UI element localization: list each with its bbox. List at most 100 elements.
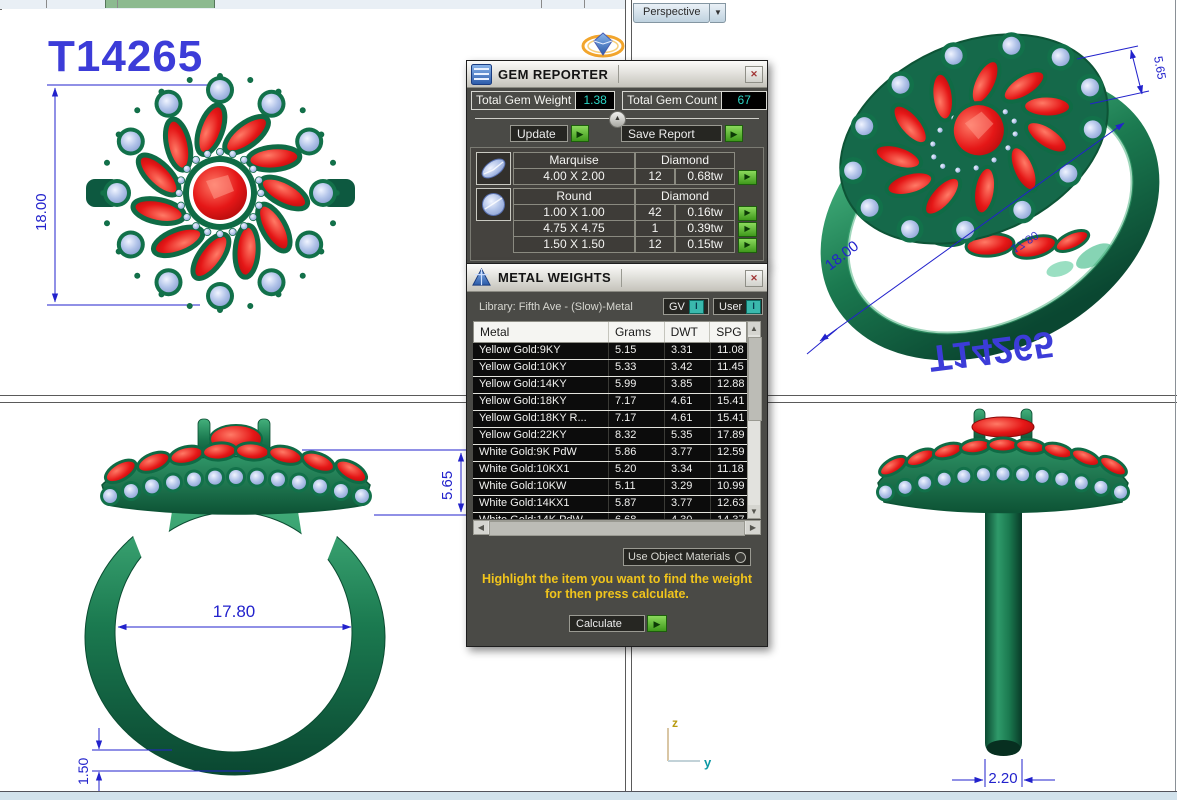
gem-reporter-header[interactable]: GEM REPORTER ✕ bbox=[467, 61, 767, 88]
metal-table-row[interactable]: White Gold:14KX15.873.7712.63 bbox=[473, 496, 747, 513]
gem-shape bbox=[183, 213, 190, 220]
gem-shape bbox=[103, 489, 117, 503]
gem-size-cell[interactable]: 4.75 X 4.75 bbox=[513, 221, 635, 237]
save-report-button[interactable]: Save Report bbox=[621, 125, 722, 142]
scroll-up-icon[interactable]: ▲ bbox=[748, 322, 760, 335]
round-gem-thumbnail bbox=[476, 188, 511, 221]
gem-shape bbox=[299, 235, 319, 255]
gem-row-go-icon[interactable]: ▶ bbox=[738, 206, 757, 221]
metal-cell: 5.20 bbox=[609, 462, 665, 478]
metal-table-row[interactable]: Yellow Gold:9KY5.153.3111.08 bbox=[473, 343, 747, 360]
gem-weight-cell[interactable]: 0.15tw bbox=[675, 237, 735, 253]
total-gem-count-value: 67 bbox=[722, 91, 767, 110]
gem-shape bbox=[355, 489, 369, 503]
scroll-right-icon[interactable]: ▶ bbox=[746, 521, 760, 534]
metal-table-row[interactable]: White Gold:9K PdW5.863.7712.59 bbox=[473, 445, 747, 462]
gem-count-cell[interactable]: 12 bbox=[635, 169, 675, 185]
gem-shape bbox=[104, 221, 109, 226]
gem-weight-cell[interactable]: 0.68tw bbox=[675, 169, 735, 185]
user-toggle-button[interactable]: User I bbox=[713, 298, 763, 315]
axis-z-label: z bbox=[672, 716, 678, 730]
viewport-tab-perspective[interactable]: Perspective ▼ bbox=[633, 3, 726, 23]
metal-cell: 5.86 bbox=[609, 445, 665, 461]
gem-shape bbox=[145, 479, 159, 493]
gem-count-cell[interactable]: 42 bbox=[635, 205, 675, 221]
vscroll-thumb[interactable] bbox=[748, 337, 762, 421]
gem-size-cell[interactable]: 1.50 X 1.50 bbox=[513, 237, 635, 253]
calculate-button[interactable]: Calculate bbox=[569, 615, 645, 632]
metal-table-hscrollbar[interactable]: ◀ ▶ bbox=[473, 520, 761, 535]
update-button[interactable]: Update bbox=[510, 125, 568, 142]
metal-table-row[interactable]: White Gold:10KX15.203.3411.18 bbox=[473, 462, 747, 479]
gem-row-go-icon[interactable]: ▶ bbox=[738, 222, 757, 237]
metal-weights-panel[interactable]: METAL WEIGHTS ✕ Library: Fifth Ave - (Sl… bbox=[466, 263, 768, 647]
gem-size-cell[interactable]: 4.00 X 2.00 bbox=[513, 169, 635, 185]
active-layer-tab[interactable] bbox=[105, 0, 215, 8]
total-gem-count-label: Total Gem Count bbox=[622, 91, 722, 110]
viewport-tab-dropdown-icon[interactable]: ▼ bbox=[710, 3, 726, 23]
radio-icon bbox=[735, 552, 746, 563]
gem-shape bbox=[234, 225, 260, 278]
gem-shape bbox=[1016, 468, 1029, 481]
scroll-left-icon[interactable]: ◀ bbox=[474, 521, 488, 534]
dim-persp-head-height: 5.65 bbox=[1151, 55, 1169, 81]
gem-row-go-icon[interactable]: ▶ bbox=[738, 238, 757, 253]
metal-cell: 12.59 bbox=[711, 445, 747, 461]
use-object-materials-button[interactable]: Use Object Materials bbox=[623, 548, 751, 566]
gem-shape bbox=[177, 202, 184, 209]
calculate-go-icon[interactable]: ▶ bbox=[647, 615, 667, 632]
metal-cell: Yellow Gold:14KY bbox=[473, 377, 609, 393]
metal-table-row[interactable]: Yellow Gold:10KY5.333.4211.45 bbox=[473, 360, 747, 377]
gem-reporter-close-button[interactable]: ✕ bbox=[745, 66, 763, 83]
gem-reporter-panel[interactable]: GEM REPORTER ✕ Total Gem Weight 1.38 Tot… bbox=[466, 60, 768, 265]
metal-weights-close-button[interactable]: ✕ bbox=[745, 270, 763, 287]
gem-shape bbox=[121, 235, 141, 255]
total-gem-weight-label: Total Gem Weight bbox=[471, 91, 576, 110]
gem-shape bbox=[977, 468, 990, 481]
metal-table-row[interactable]: Yellow Gold:18KY7.174.6115.41 bbox=[473, 394, 747, 411]
update-go-icon[interactable]: ▶ bbox=[571, 125, 589, 142]
gem-shape bbox=[292, 475, 306, 489]
gem-shape bbox=[229, 150, 236, 157]
gem-count-cell[interactable]: 1 bbox=[635, 221, 675, 237]
metal-cell: White Gold:14K PdW bbox=[473, 513, 609, 519]
gem-row-go-icon[interactable]: ▶ bbox=[738, 170, 757, 185]
metal-table-row[interactable]: Yellow Gold:14KY5.993.8512.88 bbox=[473, 377, 747, 394]
column-header-grams[interactable]: Grams bbox=[609, 322, 665, 342]
metal-cell: 11.18 bbox=[711, 462, 747, 478]
column-header-spg[interactable]: SPG bbox=[710, 322, 746, 342]
hscroll-thumb[interactable] bbox=[489, 521, 745, 536]
gem-stone-header: Diamond bbox=[635, 188, 735, 205]
gem-stone-header: Diamond bbox=[635, 152, 735, 169]
gem-shape bbox=[1114, 486, 1127, 499]
user-toggle-state-icon: I bbox=[746, 300, 761, 314]
gem-count-cell[interactable]: 12 bbox=[635, 237, 675, 253]
column-header-dwt[interactable]: DWT bbox=[665, 322, 711, 342]
gem-weight-cell[interactable]: 0.39tw bbox=[675, 221, 735, 237]
gem-shape-header: Marquise bbox=[513, 152, 635, 169]
gv-toggle-button[interactable]: GV I bbox=[663, 298, 709, 315]
column-header-metal[interactable]: Metal bbox=[474, 322, 609, 342]
metal-weights-title: METAL WEIGHTS bbox=[498, 270, 611, 285]
gem-shape bbox=[175, 189, 182, 196]
save-report-go-icon[interactable]: ▶ bbox=[725, 125, 743, 142]
metal-table-row[interactable]: White Gold:14K PdW6.684.3014.37 bbox=[473, 513, 747, 519]
metal-weights-header[interactable]: METAL WEIGHTS ✕ bbox=[467, 264, 767, 292]
total-gem-weight-value: 1.38 bbox=[576, 91, 615, 110]
metal-table-row[interactable]: Yellow Gold:18KY R...7.174.6115.41 bbox=[473, 411, 747, 428]
viewport-tab-label[interactable]: Perspective bbox=[633, 3, 710, 23]
gem-shape bbox=[131, 195, 187, 228]
gem-shape bbox=[255, 177, 262, 184]
gem-size-cell[interactable]: 1.00 X 1.00 bbox=[513, 205, 635, 221]
metal-table-vscrollbar[interactable]: ▲ ▼ bbox=[747, 321, 761, 519]
gem-shape bbox=[104, 160, 109, 165]
gem-shape bbox=[183, 165, 190, 172]
metal-table-body: Yellow Gold:9KY5.153.3111.08Yellow Gold:… bbox=[473, 343, 747, 519]
dim-top-height: 18.00 bbox=[33, 193, 50, 231]
gem-weight-cell[interactable]: 0.16tw bbox=[675, 205, 735, 221]
scroll-down-icon[interactable]: ▼ bbox=[748, 505, 760, 518]
gem-shape bbox=[177, 177, 184, 184]
metal-cell: White Gold:10KX1 bbox=[473, 462, 609, 478]
metal-table-row[interactable]: White Gold:10KW5.113.2910.99 bbox=[473, 479, 747, 496]
metal-table-row[interactable]: Yellow Gold:22KY8.325.3517.89 bbox=[473, 428, 747, 445]
